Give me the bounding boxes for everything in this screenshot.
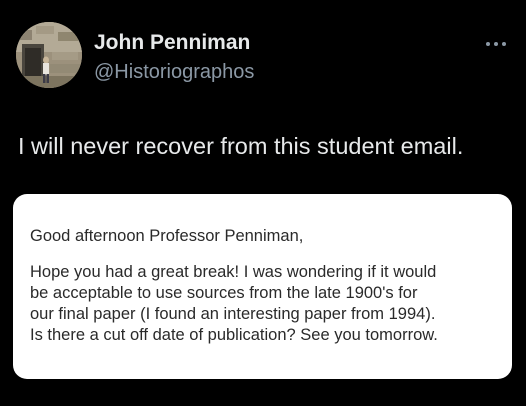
avatar-photo — [16, 22, 82, 88]
more-dot — [494, 42, 498, 46]
tweet-text: I will never recover from this student e… — [18, 133, 464, 159]
email-body-line: our final paper (I found an interesting … — [30, 305, 436, 323]
email-body-line: Is there a cut off date of publication? … — [30, 326, 438, 344]
avatar[interactable] — [16, 22, 82, 88]
more-options-icon[interactable] — [482, 34, 510, 54]
email-greeting: Good afternoon Professor Penniman, — [30, 227, 304, 245]
email-body-line: Hope you had a great break! I was wonder… — [30, 263, 437, 281]
tweet: John Penniman @Historiographos I will ne… — [0, 0, 526, 406]
author-handle[interactable]: @Historiographos — [94, 60, 254, 84]
email-screenshot-card[interactable]: Good afternoon Professor Penniman, Hope … — [13, 194, 512, 379]
email-body: Hope you had a great break! I was wonder… — [30, 262, 510, 346]
more-dot — [486, 42, 490, 46]
more-dot — [502, 42, 506, 46]
author-display-name[interactable]: John Penniman — [94, 30, 250, 56]
email-body-line: be acceptable to use sources from the la… — [30, 284, 418, 302]
